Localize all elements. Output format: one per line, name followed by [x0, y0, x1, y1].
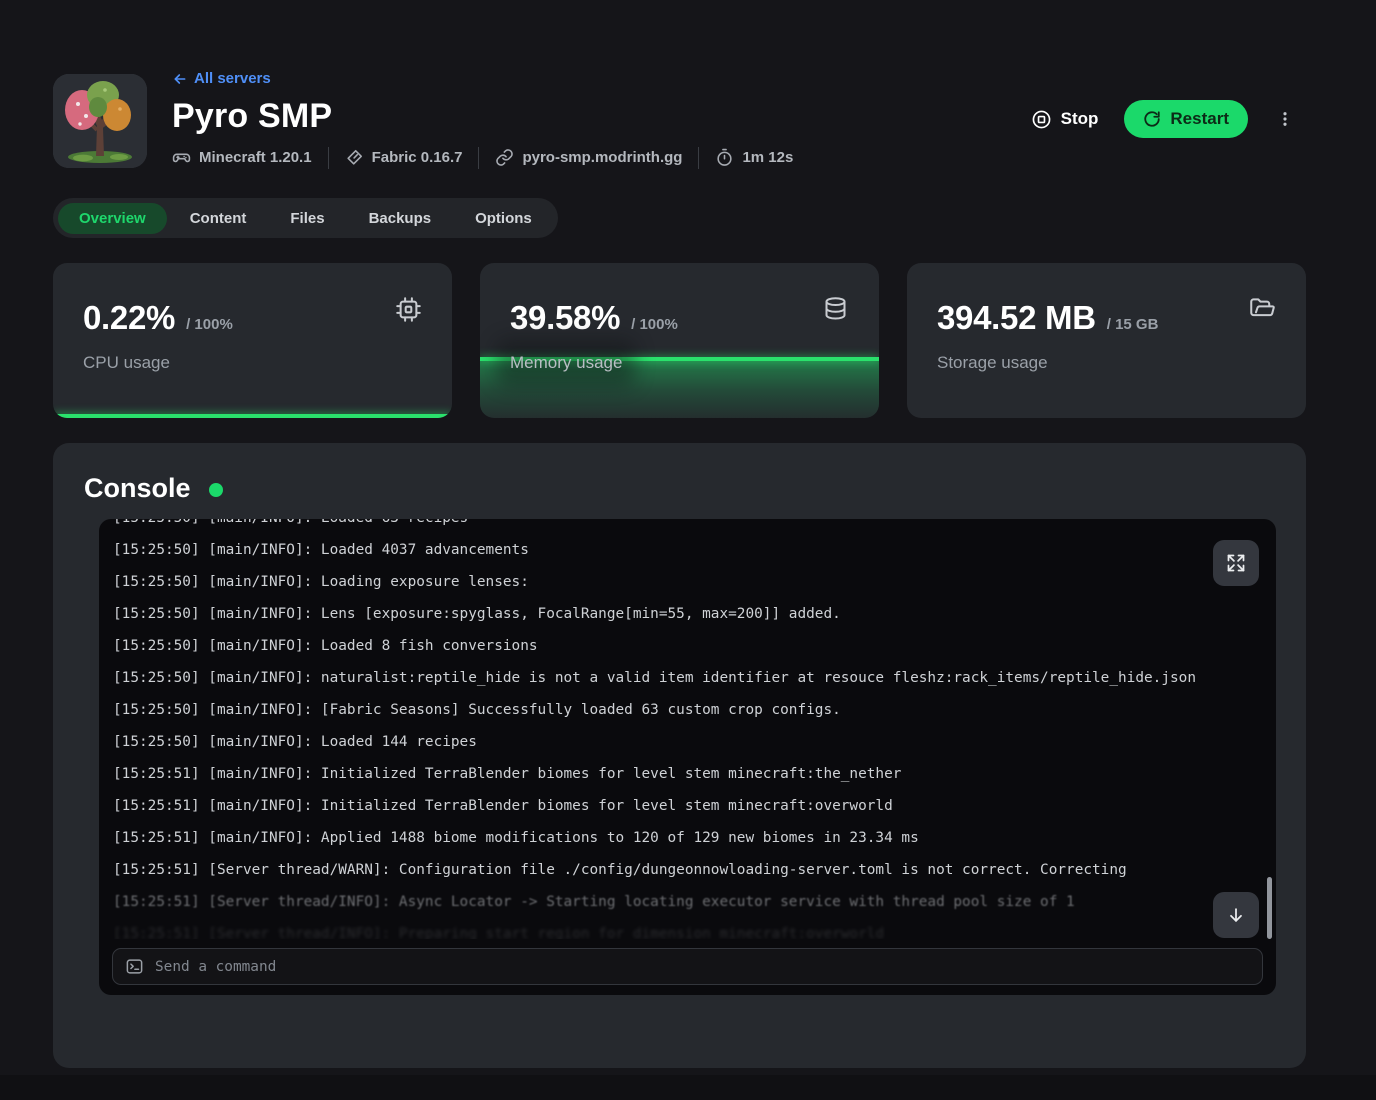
server-actions: Stop Restart	[1029, 100, 1298, 138]
page-bottom-strip	[0, 1075, 1376, 1100]
kebab-icon	[1276, 110, 1294, 128]
console-fullscreen-button[interactable]	[1213, 540, 1259, 586]
online-status-dot	[209, 483, 223, 497]
console-log-line: [15:25:50] [main/INFO]: Lens [exposure:s…	[113, 598, 1226, 630]
console-log-line: [15:25:51] [main/INFO]: Initialized Terr…	[113, 790, 1226, 822]
command-input-wrap	[112, 948, 1263, 985]
cpu-usage-label: CPU usage	[83, 353, 422, 373]
memory-usage-label: Memory usage	[510, 353, 849, 373]
storage-usage-card: 394.52 MB / 15 GB Storage usage	[907, 263, 1306, 418]
console-log-line: [15:25:50] [main/INFO]: Loaded 4037 adva…	[113, 534, 1226, 566]
cpu-usage-card: 0.22% / 100% CPU usage	[53, 263, 452, 418]
tab-options[interactable]: Options	[454, 203, 553, 234]
storage-usage-max: / 15 GB	[1107, 316, 1159, 333]
server-headings: All servers Pyro SMP Minecraft 1.20.1	[172, 70, 793, 169]
restart-icon	[1143, 110, 1161, 128]
console-log-line: [15:25:51] [Server thread/INFO]: Prepari…	[113, 918, 1226, 939]
cpu-usage-value: 0.22%	[83, 299, 175, 337]
stats-row: 0.22% / 100% CPU usage 39.58% / 100%	[53, 263, 1306, 418]
timer-icon	[715, 148, 734, 167]
memory-usage-max: / 100%	[631, 316, 678, 333]
tab-files[interactable]: Files	[269, 203, 345, 234]
memory-usage-card: 39.58% / 100% Memory usage	[480, 263, 879, 418]
back-to-all-servers-link[interactable]: All servers	[172, 70, 271, 87]
server-avatar	[53, 74, 147, 168]
cpu-usage-fill	[53, 414, 452, 418]
server-dashboard: All servers Pyro SMP Minecraft 1.20.1	[0, 0, 1376, 1100]
stop-icon	[1031, 109, 1052, 130]
tree-icon	[53, 74, 147, 168]
console-log-line: [15:25:51] [Server thread/WARN]: Configu…	[113, 854, 1226, 886]
restart-button[interactable]: Restart	[1124, 100, 1248, 138]
console-log-line: [15:25:51] [main/INFO]: Applied 1488 bio…	[113, 822, 1226, 854]
link-icon	[495, 148, 514, 167]
arrow-down-icon	[1226, 905, 1246, 925]
meta-label: 1m 12s	[742, 149, 793, 166]
tab-backups[interactable]: Backups	[348, 203, 453, 234]
tab-overview[interactable]: Overview	[58, 203, 167, 234]
meta-game-version: Minecraft 1.20.1	[172, 148, 312, 167]
meta-loader-version: Fabric 0.16.7	[345, 148, 463, 167]
console-log-line: [15:25:50] [main/INFO]: Loaded 144 recip…	[113, 726, 1226, 758]
console-log-line: [15:25:51] [main/INFO]: Initialized Terr…	[113, 758, 1226, 790]
console-log-line: [15:25:50] [main/INFO]: [Fabric Seasons]…	[113, 694, 1226, 726]
tab-content[interactable]: Content	[169, 203, 268, 234]
memory-usage-value: 39.58%	[510, 299, 620, 337]
gamepad-icon	[172, 148, 191, 167]
page-title: Pyro SMP	[172, 97, 793, 136]
console-log-line: [15:25:50] [main/INFO]: naturalist:repti…	[113, 662, 1226, 694]
meta-uptime: 1m 12s	[715, 148, 793, 167]
server-meta-row: Minecraft 1.20.1 Fabric 0.16.7	[172, 147, 793, 169]
database-icon	[822, 296, 849, 323]
scroll-to-bottom-button[interactable]	[1213, 892, 1259, 938]
arrow-left-icon	[172, 71, 188, 87]
expand-icon	[1226, 553, 1246, 573]
terminal-icon	[125, 957, 144, 976]
meta-server-address: pyro-smp.modrinth.gg	[495, 148, 682, 167]
loader-icon	[345, 148, 364, 167]
divider	[478, 147, 479, 169]
server-menu-button[interactable]	[1272, 106, 1298, 132]
console-card: Console [15:25:50] [main/INFO]: Loaded 6…	[53, 443, 1306, 1068]
console-log-line: [15:25:50] [main/INFO]: Loading exposure…	[113, 566, 1226, 598]
command-input[interactable]	[155, 959, 1250, 975]
console-log-line: [15:25:50] [main/INFO]: Loaded 8 fish co…	[113, 630, 1226, 662]
cpu-icon	[395, 296, 422, 323]
console-log-line: [15:25:50] [main/INFO]: Loaded 63 recipe…	[113, 519, 1226, 534]
console-scrollbar-thumb[interactable]	[1267, 877, 1272, 939]
restart-button-label: Restart	[1170, 109, 1229, 129]
stop-button[interactable]: Stop	[1029, 103, 1101, 136]
meta-label: Minecraft 1.20.1	[199, 149, 312, 166]
tab-bar: Overview Content Files Backups Options	[53, 198, 558, 238]
console-screen: [15:25:50] [main/INFO]: Loaded 63 recipe…	[99, 519, 1276, 995]
storage-usage-value: 394.52 MB	[937, 299, 1096, 337]
folder-open-icon	[1249, 296, 1276, 323]
storage-usage-label: Storage usage	[937, 353, 1276, 373]
divider	[328, 147, 329, 169]
meta-label: Fabric 0.16.7	[372, 149, 463, 166]
stop-button-label: Stop	[1061, 109, 1099, 129]
console-log-line: [15:25:51] [Server thread/INFO]: Async L…	[113, 886, 1226, 918]
console-header: Console	[84, 473, 223, 504]
back-link-label: All servers	[194, 70, 271, 87]
cpu-usage-max: / 100%	[186, 316, 233, 333]
console-log[interactable]: [15:25:50] [main/INFO]: Loaded 63 recipe…	[113, 519, 1226, 939]
console-title: Console	[84, 473, 191, 504]
divider	[698, 147, 699, 169]
meta-label: pyro-smp.modrinth.gg	[522, 149, 682, 166]
server-header: All servers Pyro SMP Minecraft 1.20.1	[53, 74, 1306, 184]
